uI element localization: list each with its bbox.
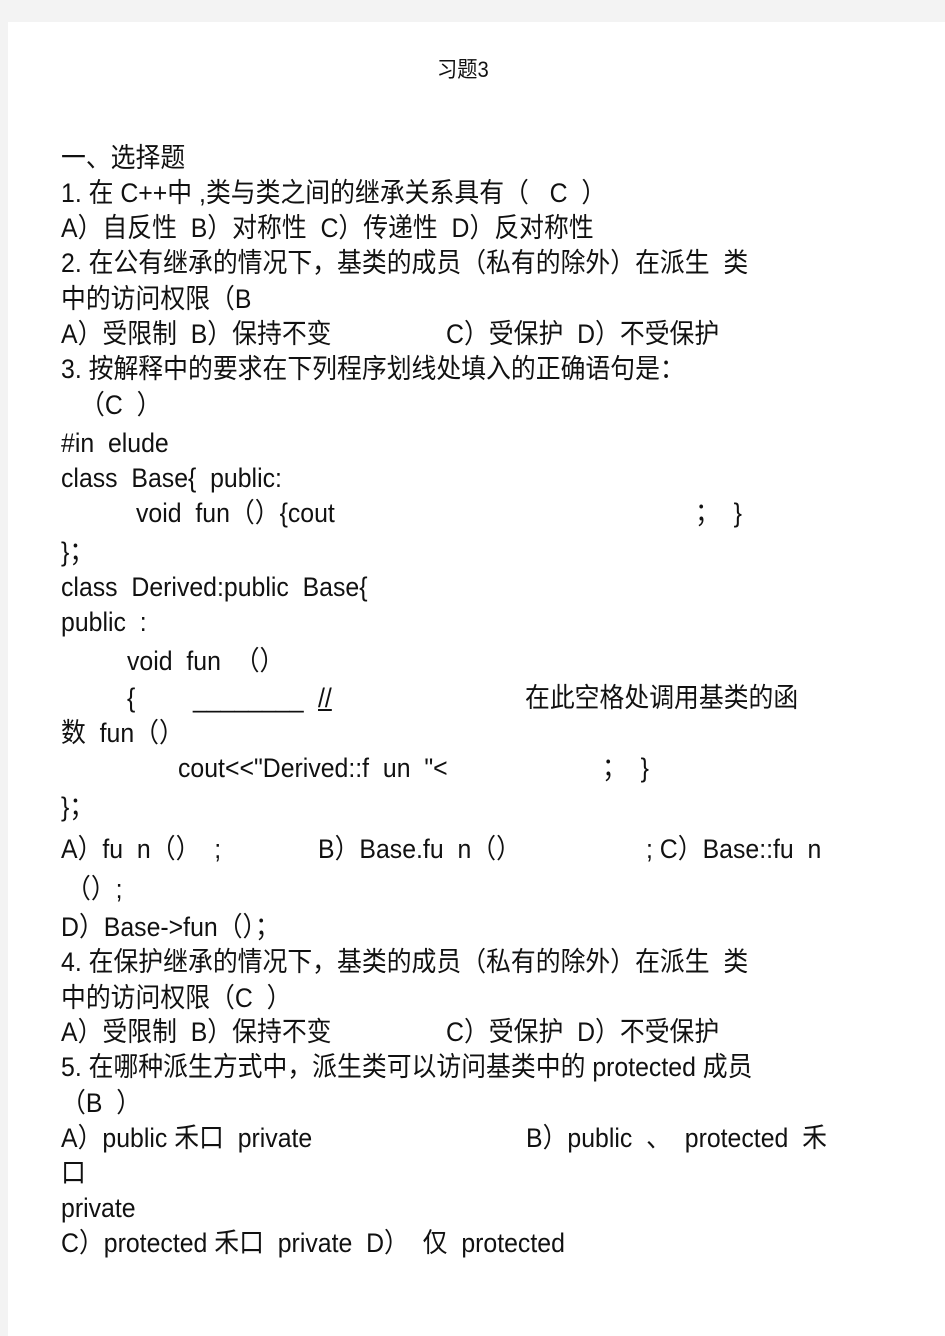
question-2-options-cd: C）受保护 D）不受保护	[446, 319, 720, 349]
code-line-derived-fun: void fun （）	[127, 646, 285, 676]
question-3-option-a: A）fu n（） ;	[61, 834, 222, 864]
code-line-class-base: class Base{ public:	[61, 463, 282, 493]
question-4-options-ab: A）受限制 B）保持不变	[61, 1017, 332, 1047]
question-5-option-b-cont1: 口	[61, 1158, 86, 1188]
question-3-stem-line1: 3. 按解释中的要求在下列程序划线处填入的正确语句是：	[61, 354, 685, 384]
code-line-include: #in elude	[61, 428, 169, 458]
question-5-stem-line2: （B ）	[61, 1088, 142, 1118]
question-4-stem-line2: 中的访问权限（C ）	[61, 983, 292, 1013]
question-4-options-cd: C）受保护 D）不受保护	[446, 1017, 720, 1047]
question-1-options: A）自反性 B）对称性 C）传递性 D）反对称性	[61, 213, 594, 243]
code-comment-text-cont: 数 fun（）	[61, 718, 184, 748]
document-title: 习题3	[437, 57, 489, 82]
question-3-option-c-cont: （）;	[66, 874, 123, 904]
code-line-derived-close: }；	[61, 792, 95, 822]
code-line-base-fun-end: ； }	[695, 498, 742, 528]
code-line-public: public :	[61, 607, 147, 637]
code-comment-text: 在此空格处调用基类的函	[525, 683, 799, 713]
code-line-base-fun: void fun（）{cout	[136, 498, 335, 528]
code-line-derived-cout-end: ； }	[602, 753, 649, 783]
question-3-option-b: B）Base.fu n（）	[318, 834, 521, 864]
question-5-options-cd: C）protected 禾口 private D） 仅 protected	[61, 1228, 565, 1258]
code-line-derived-cout: cout<<"Derived::f un "<	[178, 753, 448, 783]
question-5-stem-line1: 5. 在哪种派生方式中，派生类可以访问基类中的 protected 成员	[61, 1052, 753, 1082]
question-1-stem: 1. 在 C++中 ,类与类之间的继承关系具有（ C ）	[61, 178, 607, 208]
question-2-options-ab: A）受限制 B）保持不变	[61, 319, 332, 349]
question-3-option-c: ; C）Base::fu n	[646, 834, 822, 864]
question-3-stem-line2: （C ）	[80, 390, 162, 420]
code-comment-marker: //	[318, 683, 332, 713]
question-5-option-b-cont2: private	[61, 1193, 136, 1223]
code-blank-underline: ________	[193, 683, 304, 713]
question-2-stem-line2: 中的访问权限（B	[61, 284, 252, 314]
question-5-option-a: A）public 禾口 private	[61, 1123, 313, 1153]
section-heading: 一、选择题	[61, 143, 186, 173]
question-2-stem-line1: 2. 在公有继承的情况下，基类的成员（私有的除外）在派生 类	[61, 248, 749, 278]
question-4-stem-line1: 4. 在保护继承的情况下，基类的成员（私有的除外）在派生 类	[61, 947, 749, 977]
code-line-class-derived: class Derived:public Base{	[61, 572, 368, 602]
question-5-option-b: B）public 、 protected 禾	[526, 1123, 827, 1153]
code-line-base-close: }；	[61, 537, 95, 567]
code-line-open-brace: {	[127, 683, 136, 713]
question-3-option-d: D）Base->fun（）；	[61, 912, 280, 942]
